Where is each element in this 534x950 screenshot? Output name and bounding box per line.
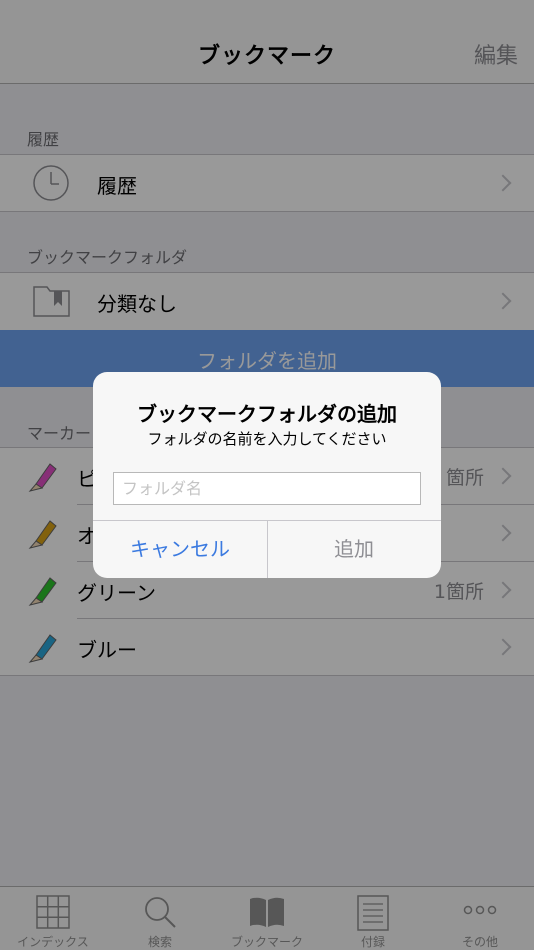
add-button[interactable]: 追加 — [267, 520, 441, 578]
dialog-message: フォルダの名前を入力してください — [147, 430, 387, 448]
add-folder-dialog: ブックマークフォルダの追加 フォルダの名前を入力してください キャンセル 追加 — [93, 372, 441, 578]
cancel-button[interactable]: キャンセル — [93, 520, 267, 578]
dialog-title: ブックマークフォルダの追加 — [137, 402, 397, 426]
folder-name-input[interactable] — [113, 472, 421, 505]
